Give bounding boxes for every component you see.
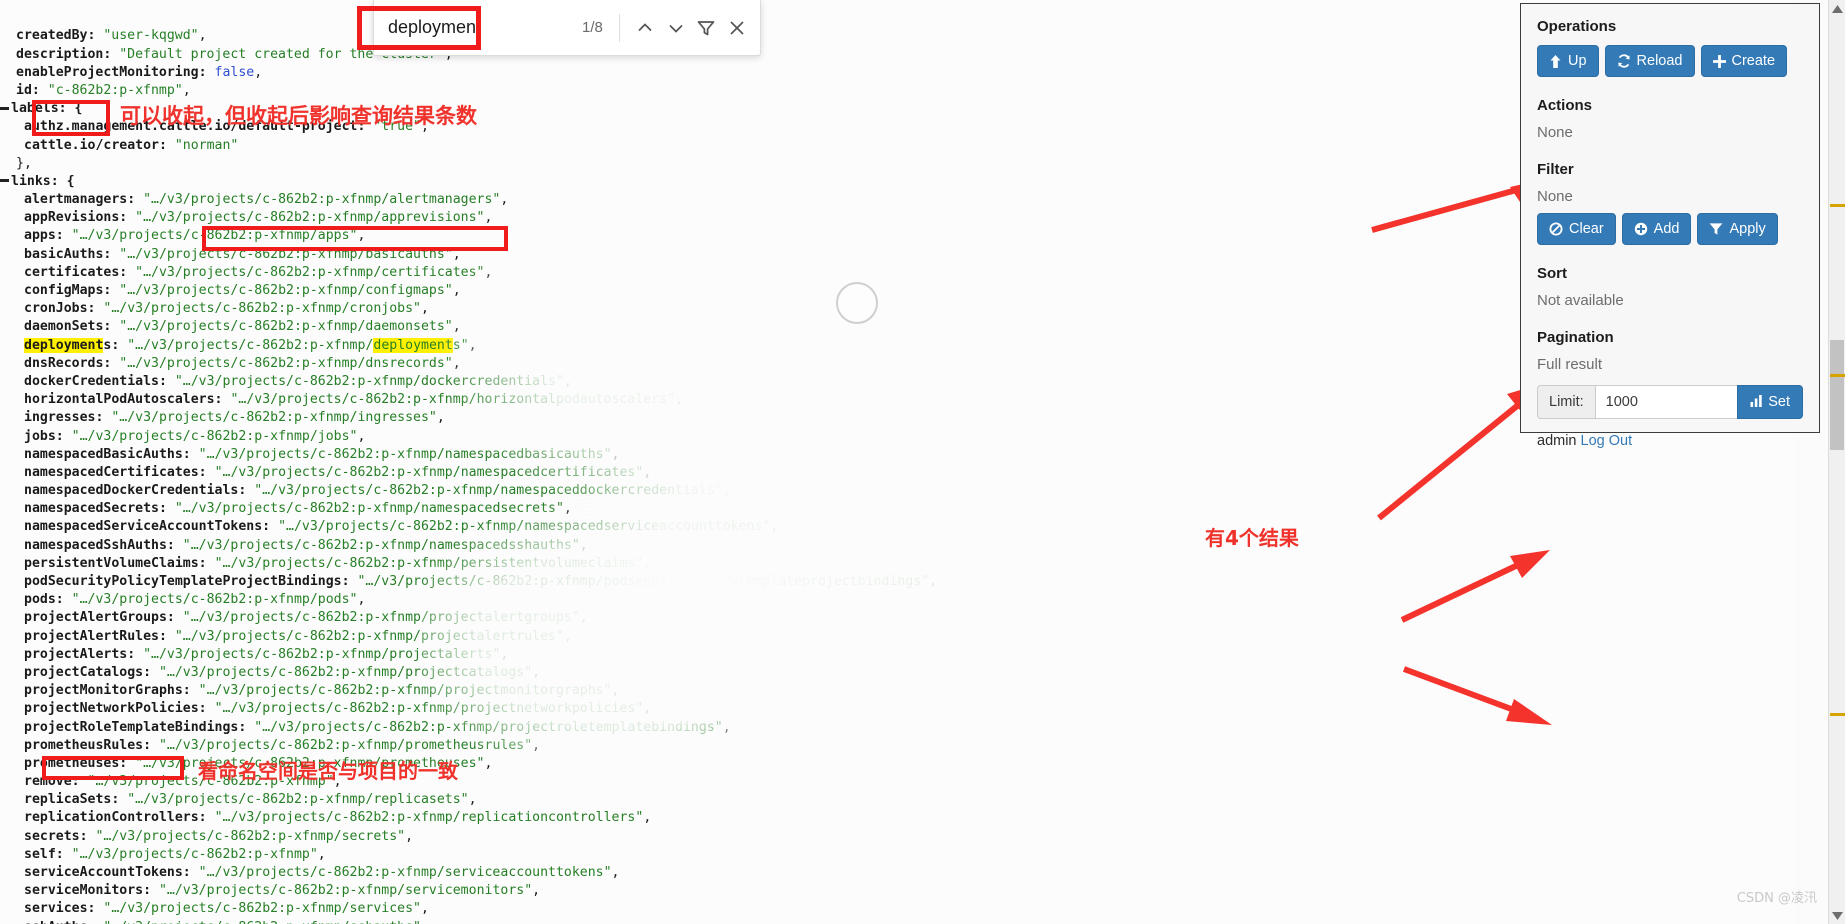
funnel-icon[interactable] <box>691 8 722 48</box>
find-match-counter: 1/8 <box>582 19 603 36</box>
code-line: projectRoleTemplateBindings: "…/v3/proje… <box>24 719 731 735</box>
find-input-wrap <box>388 13 536 42</box>
scrollbar-match-mark <box>1830 713 1845 716</box>
code-line: namespacedSshAuths: "…/v3/projects/c-862… <box>24 537 588 553</box>
clear-filter-label: Clear <box>1569 221 1604 237</box>
set-limit-label: Set <box>1768 394 1790 410</box>
watermark: CSDN @凌汛 <box>1736 891 1817 906</box>
plus-icon <box>1712 54 1726 68</box>
apply-filter-button[interactable]: Apply <box>1697 213 1778 245</box>
code-line: prometheuses: "…/v3/projects/c-862b2:p-x… <box>24 755 493 771</box>
add-filter-button[interactable]: Add <box>1621 213 1692 245</box>
bar-chart-icon <box>1750 394 1763 411</box>
plus-circle-icon <box>1634 222 1648 236</box>
code-line: persistentVolumeClaims: "…/v3/projects/c… <box>24 555 652 571</box>
find-in-page-bar[interactable]: 1/8 <box>373 0 761 56</box>
operations-panel: Operations Up Reload Create Actions None… <box>1520 3 1820 449</box>
code-line: projectAlertGroups: "…/v3/projects/c-862… <box>24 610 588 626</box>
actions-title: Actions <box>1537 97 1593 114</box>
scrollbar-match-mark <box>1830 374 1845 377</box>
code-line: replicaSets: "…/v3/projects/c-862b2:p-xf… <box>24 792 477 808</box>
code-line: serviceAccountTokens: "…/v3/projects/c-8… <box>24 865 620 881</box>
caret-up-icon[interactable] <box>1829 0 1845 17</box>
limit-label: Limit: <box>1537 385 1595 419</box>
find-divider <box>618 13 620 42</box>
code-line: pods: "…/v3/projects/c-862b2:p-xfnmp/pod… <box>24 592 366 608</box>
arrow-up-icon <box>1549 54 1562 68</box>
fold-toggle-icon[interactable] <box>0 104 9 113</box>
code-line: namespacedServiceAccountTokens: "…/v3/pr… <box>24 519 779 535</box>
caret-down-icon[interactable] <box>1829 907 1845 924</box>
sort-title: Sort <box>1537 265 1567 282</box>
operations-panel-body: Operations Up Reload Create Actions None… <box>1521 4 1819 459</box>
code-line: serviceMonitors: "…/v3/projects/c-862b2:… <box>24 883 541 899</box>
code-line: replicationControllers: "…/v3/projects/c… <box>24 810 652 826</box>
reload-button[interactable]: Reload <box>1604 45 1695 77</box>
filter-button-row: Clear Add Apply <box>1537 213 1803 245</box>
vertical-scrollbar[interactable] <box>1828 0 1845 924</box>
limit-row: Limit: Set <box>1537 385 1803 419</box>
pagination-value: Full result <box>1537 356 1603 373</box>
chevron-up-icon[interactable] <box>630 8 661 48</box>
limit-input[interactable] <box>1594 385 1738 419</box>
code-line: projectAlerts: "…/v3/projects/c-862b2:p-… <box>24 646 509 662</box>
refresh-icon <box>1617 54 1631 68</box>
user-name: admin <box>1537 433 1577 449</box>
code-line: projectNetworkPolicies: "…/v3/projects/c… <box>24 701 652 717</box>
code-line: projectCatalogs: "…/v3/projects/c-862b2:… <box>24 664 541 680</box>
code-line: remove: "…/v3/projects/c-862b2:p-xfnmp", <box>24 774 342 790</box>
reload-button-label: Reload <box>1636 53 1683 69</box>
add-filter-label: Add <box>1653 221 1680 237</box>
funnel-icon <box>1709 222 1723 236</box>
code-line: namespacedSecrets: "…/v3/projects/c-862b… <box>24 501 572 517</box>
filter-title: Filter <box>1537 161 1574 178</box>
chevron-down-icon[interactable] <box>660 8 691 48</box>
code-line: podSecurityPolicyTemplateProjectBindings… <box>24 574 938 590</box>
ban-icon <box>1549 222 1563 236</box>
set-limit-button[interactable]: Set <box>1737 385 1803 419</box>
loading-spinner-ring <box>836 282 878 324</box>
sort-value: Not available <box>1537 292 1624 309</box>
logout-link[interactable]: Log Out <box>1581 433 1633 449</box>
code-line: projectAlertRules: "…/v3/projects/c-862b… <box>24 628 572 644</box>
operations-button-row: Up Reload Create <box>1537 45 1803 77</box>
code-line: self: "…/v3/projects/c-862b2:p-xfnmp", <box>24 846 326 862</box>
code-line: prometheusRules: "…/v3/projects/c-862b2:… <box>24 737 541 753</box>
pagination-title: Pagination <box>1537 329 1614 346</box>
code-line: namespacedCertificates: "…/v3/projects/c… <box>24 464 652 480</box>
scrollbar-thumb[interactable] <box>1830 340 1844 450</box>
filter-value: None <box>1537 188 1573 205</box>
code-line: secrets: "…/v3/projects/c-862b2:p-xfnmp/… <box>24 828 414 844</box>
create-button[interactable]: Create <box>1700 45 1788 77</box>
close-icon[interactable] <box>721 8 752 48</box>
find-input[interactable] <box>388 13 536 42</box>
clear-filter-button[interactable]: Clear <box>1537 213 1616 245</box>
up-button[interactable]: Up <box>1537 45 1599 77</box>
create-button-label: Create <box>1731 53 1776 69</box>
actions-value: None <box>1537 124 1573 141</box>
scrollbar-match-mark <box>1830 204 1845 207</box>
code-line: sshAuths: "…/v3/projects/c-862b2:p-xfnmp… <box>0 919 1795 924</box>
code-line: namespacedDockerCredentials: "…/v3/proje… <box>24 483 731 499</box>
account-row: admin Log Out <box>1537 433 1803 449</box>
fold-toggle-icon[interactable] <box>0 176 9 185</box>
code-line: services: "…/v3/projects/c-862b2:p-xfnmp… <box>24 901 429 917</box>
apply-filter-label: Apply <box>1729 221 1766 237</box>
operations-title: Operations <box>1537 18 1617 35</box>
code-line: projectMonitorGraphs: "…/v3/projects/c-8… <box>24 683 620 699</box>
app-root: createdBy: "user-kqgwd", description: "De… <box>0 0 1845 924</box>
up-button-label: Up <box>1568 53 1587 69</box>
